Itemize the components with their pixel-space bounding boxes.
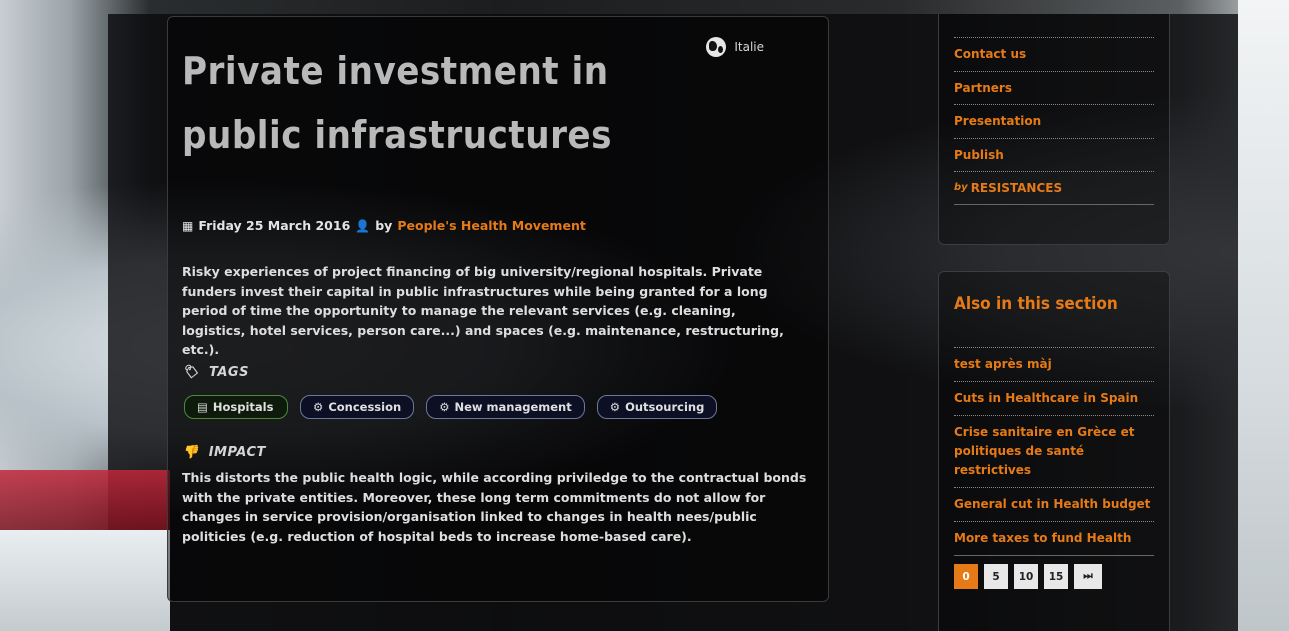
building-icon: ▤	[197, 400, 208, 414]
page-15-button[interactable]: 15	[1044, 564, 1068, 589]
user-icon: 👤	[355, 218, 371, 233]
globe-icon	[706, 37, 727, 57]
tags-heading: 🏷 TAGS	[182, 365, 249, 380]
list-item[interactable]: More taxes to fund Health	[954, 521, 1154, 556]
sidebar-item-presentation[interactable]: Presentation	[954, 104, 1154, 138]
brand-by-label: by	[954, 182, 968, 194]
tag-outsourcing[interactable]: ⚙ Outsourcing	[596, 395, 718, 419]
author-link[interactable]: People's Health Movement	[397, 218, 585, 233]
tag-list: ▤ Hospitals ⚙ Concession ⚙ New managemen…	[184, 395, 718, 419]
article-date: Friday 25 March 2016	[198, 218, 351, 233]
sidebar-links: Contact us Partners Presentation Publish…	[954, 37, 1154, 205]
thumbs-down-icon: 👎	[182, 445, 199, 460]
page-title: Private investment in public infrastruct…	[182, 49, 612, 157]
list-item[interactable]: Cuts in Healthcare in Spain	[954, 381, 1154, 415]
background-wall-right	[1238, 0, 1289, 631]
section-title: Also in this section	[954, 294, 1118, 314]
tag-new-management[interactable]: ⚙ New management	[426, 395, 585, 419]
sidebar-links-panel: Contact us Partners Presentation Publish…	[938, 14, 1170, 245]
article-panel: Italie Private investment in public infr…	[167, 16, 829, 602]
impact-heading: 👎 IMPACT	[182, 445, 266, 460]
last-page-icon[interactable]: ⏭	[1074, 564, 1102, 589]
sidebar-item-partners[interactable]: Partners	[954, 70, 1154, 105]
list-item[interactable]: test après màj	[954, 347, 1154, 381]
page-0-button[interactable]: 0	[954, 564, 978, 589]
sidebar-item-publish[interactable]: Publish	[954, 137, 1154, 172]
cog-icon: ⚙	[439, 400, 450, 414]
by-label: by	[375, 218, 393, 233]
cog-icon: ⚙	[313, 400, 324, 414]
tag-concession[interactable]: ⚙ Concession	[300, 395, 415, 419]
background-red-crate	[0, 470, 170, 530]
sidebar-item-resistances[interactable]: by RESISTANCES	[954, 171, 1154, 205]
list-item[interactable]: General cut in Health budget	[954, 487, 1154, 521]
also-in-section-panel: Also in this section test après màj Cuts…	[938, 271, 1170, 631]
background-floor	[0, 530, 170, 631]
tag-hospitals[interactable]: ▤ Hospitals	[184, 395, 288, 419]
pagination: 0 5 10 15 ⏭	[954, 564, 1102, 589]
list-item[interactable]: Crise sanitaire en Grèce et politiques d…	[954, 415, 1154, 487]
cog-icon: ⚙	[609, 400, 621, 414]
tag-icon: 🏷	[182, 365, 200, 380]
article-lead: Risky experiences of project financing o…	[182, 264, 784, 357]
also-list: test après màj Cuts in Healthcare in Spa…	[954, 347, 1154, 556]
impact-text: This distorts the public health logic, w…	[182, 470, 807, 544]
calendar-icon: ▦	[182, 218, 194, 233]
page-10-button[interactable]: 10	[1014, 564, 1038, 589]
page-5-button[interactable]: 5	[984, 564, 1008, 589]
sidebar-item-contact[interactable]: Contact us	[954, 37, 1154, 71]
country-name: Italie	[734, 40, 764, 54]
country-label[interactable]: Italie	[706, 37, 764, 57]
article-meta: ▦ Friday 25 March 2016 👤 by People's Hea…	[182, 218, 586, 233]
